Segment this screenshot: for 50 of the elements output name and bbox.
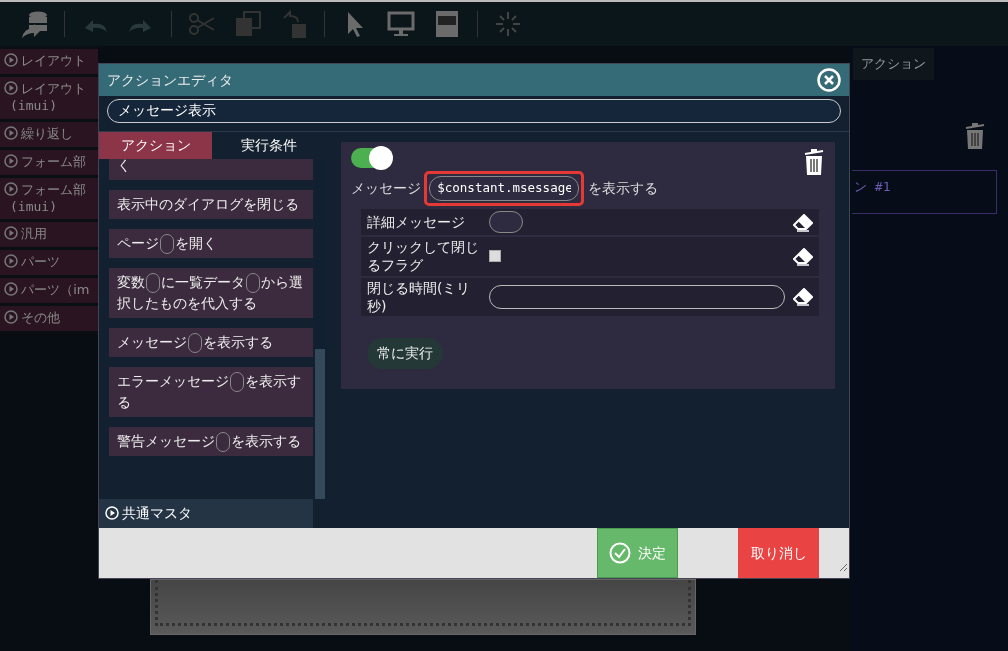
play-icon [4,226,18,242]
label: メッセージ [351,179,421,199]
text-field[interactable] [489,284,785,309]
sidebar-item[interactable]: 汎用 [0,222,98,248]
trash-icon[interactable] [803,148,825,176]
close-icon[interactable] [817,68,841,92]
action-item[interactable]: 警告メッセージ を表示する [109,427,313,456]
name-field[interactable]: メッセージ表示 [107,99,841,123]
action-item[interactable]: 表示中のダイアログを閉じる [109,190,313,219]
play-icon [4,282,18,298]
action-item[interactable]: く [109,159,313,180]
sidebar-item[interactable]: フォーム部 (imui) [0,177,98,220]
sidebar-item[interactable]: フォーム部 [0,149,98,175]
play-icon [4,125,18,141]
action-item[interactable]: 変数 に一覧データ から選択したものを代入する [109,268,313,318]
label: を表示する [587,179,658,199]
eraser-icon[interactable] [793,245,813,267]
run-condition-button[interactable]: 常に実行 [367,338,443,369]
play-icon [4,81,18,97]
action-item[interactable]: エラーメッセージ を表示する [109,367,313,417]
sidebar-item[interactable]: その他 [0,306,98,332]
play-icon [4,254,18,270]
play-icon [105,505,119,521]
action-item[interactable]: ン #1 [852,170,997,214]
text-field[interactable] [489,211,523,234]
value-field[interactable]: $constant.msessage [429,176,580,201]
check-icon [609,542,632,564]
sidebar-item[interactable]: パーツ [0,250,98,276]
group-header[interactable]: 共通マスタ [99,499,313,528]
cancel-button[interactable]: 取り消し [738,528,819,578]
toggle-switch[interactable] [351,148,391,168]
field-label: 閉じる時間(ミリ秒) [367,278,472,315]
play-icon [4,53,18,69]
sidebar-item[interactable]: レイアウト (imui) [0,77,98,119]
play-icon [4,310,18,326]
sidebar-item[interactable]: パーツ（im [0,278,98,304]
sidebar-item[interactable]: 繰り返し [0,121,98,147]
eraser-icon[interactable] [793,211,813,233]
field-label: 詳細メッセージ [367,213,466,232]
sidebar-item[interactable]: レイアウト [0,49,98,75]
field-label: クリックして閉じるフラグ [367,238,480,275]
action-item[interactable]: ページ を開く [109,229,313,258]
panel-tab[interactable]: アクション [853,48,934,80]
dialog-title: アクションエディタ [107,70,233,90]
play-icon [4,181,18,197]
checkbox[interactable] [489,250,501,263]
eraser-icon[interactable] [793,286,813,308]
tab[interactable]: アクション [99,132,212,159]
play-icon [4,153,18,169]
action-item[interactable]: メッセージ を表示する [109,328,313,357]
